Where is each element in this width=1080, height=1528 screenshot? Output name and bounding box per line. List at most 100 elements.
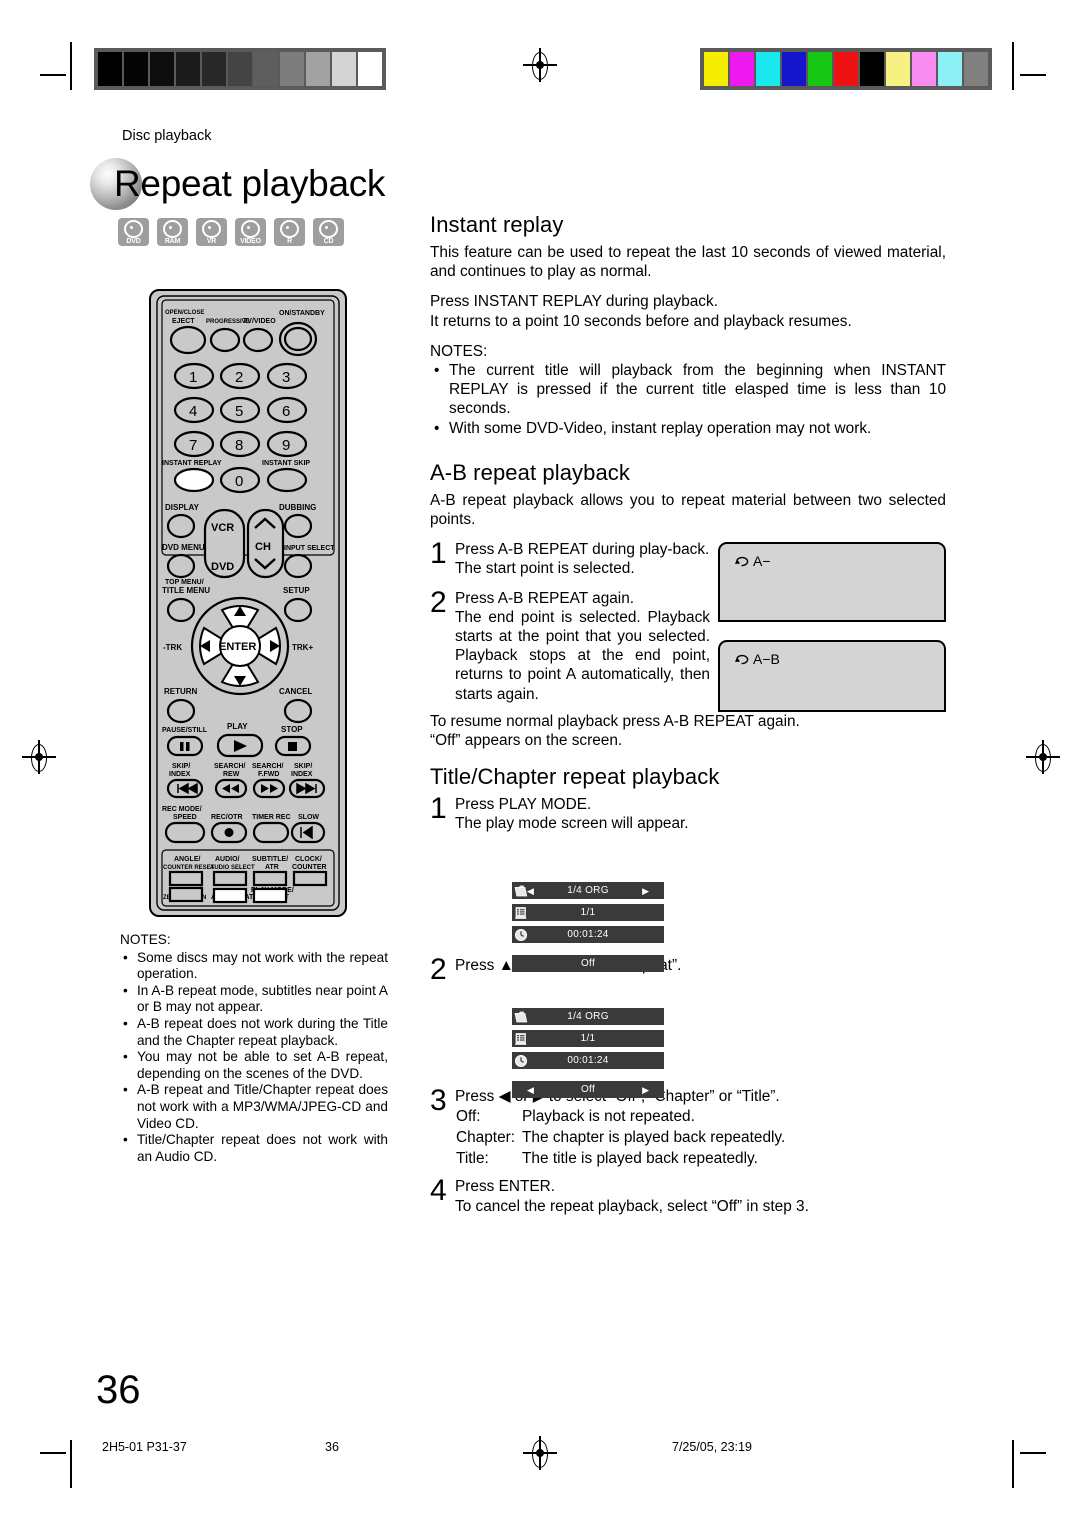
ab-repeat-outro-line2: “Off” appears on the screen. [430,732,623,750]
svg-text:INPUT SELECT: INPUT SELECT [284,545,335,552]
osd-spacer [512,1074,664,1081]
svg-text:COUNTER: COUNTER [292,864,327,871]
crop-mark-bottom-right-h [1020,1452,1046,1454]
registration-mark-left [22,740,56,774]
osd-spacer [512,948,664,955]
color-patch [756,52,780,86]
instant-replay-para2-line2: It returns to a point 10 seconds before … [430,312,852,330]
tv-screen-a-label: A− [734,553,771,569]
gray-patch [176,52,200,86]
svg-text:9: 9 [282,437,290,454]
gray-patch [306,52,330,86]
chapter-film-icon [515,1032,527,1045]
svg-text:6: 6 [282,403,290,420]
disc-badge-label: DVD [126,238,141,245]
osd-row[interactable]: 1/1 [512,904,664,921]
svg-text:2: 2 [235,369,243,386]
osd-row-value: 1/1 [580,907,596,918]
disc-badge-video: VIDEO [235,218,266,246]
tc-step-1-line2: The play mode screen will appear. [455,815,689,833]
osd-row[interactable]: 00:01:24 [512,926,664,943]
ab-repeat-intro: A-B repeat playback allows you to repeat… [430,491,946,529]
osd-row[interactable]: ◀ Off ▶ [512,1081,664,1098]
tc-definition-desc: The chapter is played back repeatedly. [522,1129,786,1147]
color-patch [886,52,910,86]
osd-row-value: Off [580,1084,596,1095]
tc-step-2: 2 Press ▲ or ▼ to select “Repeat”. [430,954,946,984]
main-content-column: Instant replay This feature can be used … [430,212,946,1216]
page-title: Repeat playback [114,163,386,204]
osd-row[interactable]: 1/4 ORG [512,1008,664,1025]
svg-text:7: 7 [189,437,197,454]
crop-mark-top-right-h [1020,74,1046,76]
play-mode-osd-step1: ◀ 1/4 ORG ▶ 1/1 00:01:24 Off [512,882,664,977]
ab-step-2-line1: Press A-B REPEAT again. [455,589,635,607]
folder-icon [514,885,528,896]
disc-icon [163,220,182,238]
gray-patch [280,52,304,86]
color-calibration-strip [700,48,992,90]
osd-row[interactable]: Off [512,955,664,972]
osd-right-arrow-icon[interactable]: ▶ [642,886,649,897]
grayscale-calibration-strip [94,48,386,90]
svg-text:-TRK: -TRK [163,643,182,652]
running-head: Disc playback [122,128,212,144]
osd-row[interactable]: 00:01:24 [512,1052,664,1069]
osd-row-value: 1/1 [580,1033,596,1044]
svg-text:AUDIO/: AUDIO/ [215,856,240,863]
svg-text:0: 0 [235,473,243,490]
left-note-item: A-B repeat does not work during the Titl… [120,1016,388,1049]
svg-text:REC MODE/: REC MODE/ [162,806,202,813]
instant-replay-para2-line1: Press INSTANT REPLAY during playback. [430,293,718,311]
crop-mark-bottom-left-h [40,1452,66,1454]
osd-right-arrow-icon[interactable]: ▶ [642,1085,649,1096]
repeat-loop-icon [735,654,749,664]
osd-left-arrow-icon[interactable]: ◀ [527,1085,534,1096]
tc-definition-row: Chapter: The chapter is played back repea… [455,1127,786,1148]
tc-step-1-number: 1 [430,792,447,826]
footer-left: 2H5-01 P31-37 [102,1440,187,1454]
clock-icon [514,1054,528,1067]
gray-patch [332,52,356,86]
svg-text:EJECT: EJECT [172,318,195,325]
osd-left-arrow-icon[interactable]: ◀ [527,886,534,897]
osd-row[interactable]: 1/1 [512,1030,664,1047]
ab-step-1-number: 1 [430,537,447,571]
disc-type-badges: DVD RAM VR VIDEO R CD [118,218,344,246]
disc-icon [319,220,338,238]
instant-replay-para1: This feature can be used to repeat the l… [430,244,946,281]
color-patch [964,52,988,86]
crop-mark-top-left-v [70,42,72,90]
left-note-item: You may not be able to set A-B repeat, d… [120,1049,388,1082]
svg-text:TV/VIDEO: TV/VIDEO [243,318,276,325]
color-patch [860,52,884,86]
disc-badge-vr: VR [196,218,227,246]
tc-definition-term: Off: [456,1107,481,1125]
svg-text:INDEX: INDEX [169,771,191,778]
ab-step-1-line2: The start point is selected. [455,560,635,578]
tc-step-4-line2: To cancel the repeat playback, select “O… [455,1197,809,1215]
osd-row[interactable]: ◀ 1/4 ORG ▶ [512,882,664,899]
folder-icon [514,1011,528,1022]
page-title-block: Repeat playback [90,158,385,210]
color-patch [782,52,806,86]
tc-step-3-number: 3 [430,1083,447,1117]
remote-control-illustration: .bd{fill:#000} .body{fill:#c9c9c9;stroke… [148,288,348,918]
svg-text:RETURN: RETURN [164,687,198,696]
tc-definition-desc: Playback is not repeated. [522,1107,695,1125]
osd-row-value: Off [580,958,596,969]
gray-patch [150,52,174,86]
svg-text:SEARCH/: SEARCH/ [252,763,284,770]
disc-badge-label: VR [206,238,217,245]
svg-text:SETUP: SETUP [283,586,310,595]
instant-replay-note-item: The current title will playback from the… [430,361,946,419]
play-mode-osd-step2: 1/4 ORG 1/1 00:01:24 ◀ Off ▶ [512,1008,664,1103]
svg-text:SKIP/: SKIP/ [172,763,190,770]
svg-text:OPEN/CLOSE: OPEN/CLOSE [165,310,204,316]
tv-screen-ab-label: A−B [734,651,780,667]
svg-text:COUNTER RESET: COUNTER RESET [163,865,215,871]
repeat-loop-icon [735,556,749,566]
tc-definition-desc: The title is played back repeatedly. [522,1150,758,1168]
gray-patch [98,52,122,86]
svg-text:TIMER REC: TIMER REC [252,814,291,821]
